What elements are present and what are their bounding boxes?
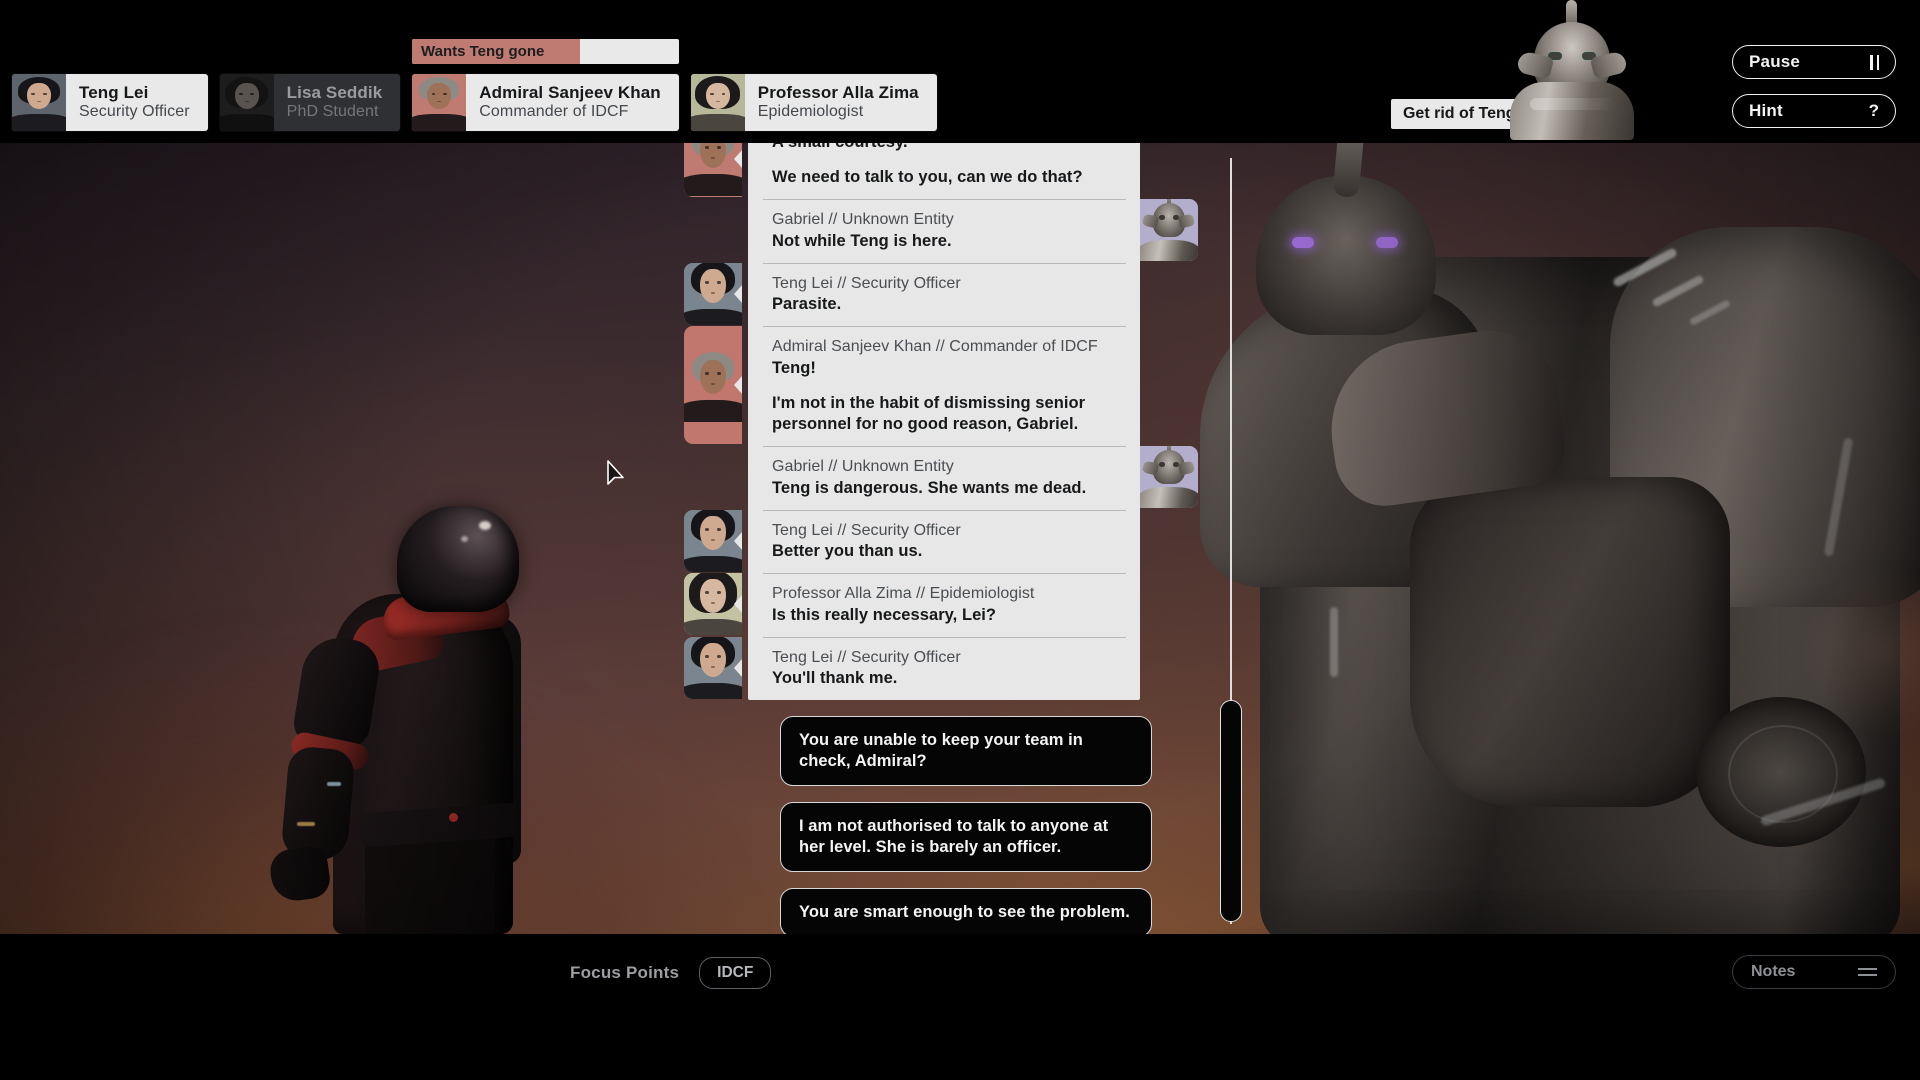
dialogue-speaker: Teng Lei // Security Officer xyxy=(772,274,961,292)
dialogue-text: Teng! xyxy=(772,358,816,377)
character-card-lisa-seddik[interactable]: Lisa Seddik PhD Student xyxy=(219,74,401,131)
menu-icon xyxy=(1858,968,1877,976)
avatar-portrait-zima xyxy=(690,74,745,131)
character-info: Professor Alla Zima Epidemiologist xyxy=(744,74,937,131)
dialogue-text: Not while Teng is here. xyxy=(772,231,952,250)
avatar-portrait-teng xyxy=(12,74,66,131)
character-name: Lisa Seddik xyxy=(286,83,383,103)
dialogue-avatar-tab-teng[interactable] xyxy=(684,510,742,572)
status-badge: Wants Teng gone xyxy=(412,39,679,64)
character-info: Lisa Seddik PhD Student xyxy=(273,74,401,131)
question-mark-icon: ? xyxy=(1868,101,1879,120)
scrollbar-thumb[interactable] xyxy=(1220,700,1242,922)
dialogue-text: Is this really necessary, Lei? xyxy=(772,605,997,624)
dialogue-speaker: Professor Alla Zima // Epidemiologist xyxy=(772,585,1035,603)
bottom-bar: Focus Points IDCF Notes xyxy=(0,934,1920,1080)
dialogue-tab-notch xyxy=(734,375,742,395)
character-card-teng-lei[interactable]: Teng Lei Security Officer xyxy=(12,74,208,131)
dialogue-tab-notch xyxy=(734,658,742,678)
dialogue-text: Better you than us. xyxy=(772,542,923,561)
character-avatar xyxy=(12,74,66,131)
avatar-portrait-admiral xyxy=(412,74,467,131)
dialogue-text: Parasite. xyxy=(772,295,842,314)
character-avatar xyxy=(219,74,274,131)
character-role: Commander of IDCF xyxy=(479,103,629,121)
character-role: PhD Student xyxy=(286,103,379,121)
dialogue-tab-notch xyxy=(734,149,742,169)
avatar-portrait-lisa xyxy=(219,74,274,131)
status-badge-label: Wants Teng gone xyxy=(421,43,545,60)
dialogue-text: You'll thank me. xyxy=(772,669,898,688)
dialogue-line: Teng Lei // Security Officer You'll thank… xyxy=(748,636,1140,701)
character-card-professor-alla-zima[interactable]: Professor Alla Zima Epidemiologist xyxy=(690,74,937,131)
character-roster: Teng Lei Security Officer Lisa Seddik PhD S… xyxy=(12,74,937,131)
player-dialogue-choices: You are unable to keep your team in chec… xyxy=(780,716,1152,953)
character-role: Security Officer xyxy=(79,103,190,121)
dialogue-speaker: Admiral Sanjeev Khan // Commander of IDC… xyxy=(772,338,1098,356)
notes-button[interactable]: Notes xyxy=(1732,955,1896,989)
dialogue-line: Gabriel // Unknown Entity Teng is dangero… xyxy=(748,446,1140,510)
character-name: Admiral Sanjeev Khan xyxy=(479,83,661,103)
dialogue-choice-label: You are unable to keep your team in chec… xyxy=(799,731,1083,770)
character-info: Teng Lei Security Officer xyxy=(66,74,208,131)
character-card-admiral-sanjeev-khan[interactable]: Admiral Sanjeev Khan Commander of IDCF xyxy=(412,74,679,131)
top-bar: Teng Lei Security Officer Lisa Seddik PhD S… xyxy=(0,0,1920,143)
focus-point-chip[interactable]: IDCF xyxy=(699,957,772,989)
character-avatar xyxy=(690,74,745,131)
character-role: Epidemiologist xyxy=(757,103,864,121)
dialogue-avatar-tab-gabriel[interactable] xyxy=(1140,199,1198,261)
dialogue-avatar-tab-teng[interactable] xyxy=(684,637,742,699)
dialogue-scrollbar[interactable] xyxy=(1220,158,1242,924)
focus-points-label: Focus Points xyxy=(570,963,680,982)
pause-icon xyxy=(1870,54,1879,70)
dialogue-choice-label: You are smart enough to see the problem. xyxy=(799,902,1130,921)
dialogue-speaker: Gabriel // Unknown Entity xyxy=(772,211,954,229)
dialogue-line: Gabriel // Unknown Entity Not while Teng … xyxy=(748,199,1140,263)
notes-button-label: Notes xyxy=(1751,963,1796,980)
dialogue-transcript-panel[interactable]: A small courtesy.We need to talk to you,… xyxy=(748,121,1140,701)
dialogue-text: We need to talk to you, can we do that? xyxy=(772,168,1083,187)
dialogue-line: Professor Alla Zima // Epidemiologist Is … xyxy=(748,573,1140,637)
dialogue-text: I'm not in the habit of dismissing senio… xyxy=(772,393,1086,434)
focus-points-chips: IDCF xyxy=(699,957,772,989)
pause-button[interactable]: Pause xyxy=(1732,45,1896,79)
dialogue-line: Admiral Sanjeev Khan // Commander of IDC… xyxy=(748,326,1140,446)
dialogue-choice-label: I am not authorised to talk to anyone at… xyxy=(799,816,1109,856)
character-name: Professor Alla Zima xyxy=(757,83,919,103)
character-info: Admiral Sanjeev Khan Commander of IDCF xyxy=(466,74,679,131)
focus-points-group: Focus Points IDCF xyxy=(570,957,772,989)
dialogue-choice-button[interactable]: You are unable to keep your team in chec… xyxy=(780,716,1152,786)
dialogue-speaker: Gabriel // Unknown Entity xyxy=(772,458,954,476)
dialogue-tab-notch xyxy=(734,531,742,551)
character-avatar xyxy=(412,74,467,131)
dialogue-tab-notch xyxy=(734,284,742,304)
avatar-portrait-gabriel xyxy=(1140,446,1198,508)
dialogue-line: Teng Lei // Security Officer Parasite. xyxy=(748,262,1140,327)
dialogue-avatar-tab-gabriel[interactable] xyxy=(1140,446,1198,508)
game-screen: Teng Lei Security Officer Lisa Seddik PhD S… xyxy=(0,0,1920,1080)
dialogue-speaker: Teng Lei // Security Officer xyxy=(772,648,961,666)
dialogue-avatar-tab-zima[interactable] xyxy=(684,573,742,635)
dialogue-line: Teng Lei // Security Officer Better you t… xyxy=(748,509,1140,574)
avatar-portrait-gabriel xyxy=(1140,199,1198,261)
dialogue-avatar-tab-teng[interactable] xyxy=(684,263,742,325)
dialogue-speaker: Teng Lei // Security Officer xyxy=(772,521,961,539)
character-name: Teng Lei xyxy=(79,83,149,103)
hint-button[interactable]: Hint ? xyxy=(1732,94,1896,128)
dialogue-choice-button[interactable]: I am not authorised to talk to anyone at… xyxy=(780,801,1152,872)
dialogue-tab-notch xyxy=(734,594,742,614)
pause-button-label: Pause xyxy=(1749,52,1801,71)
dialogue-avatar-tab-admiral[interactable] xyxy=(684,326,742,444)
hint-button-label: Hint xyxy=(1749,101,1783,120)
alien-head-icon xyxy=(1500,0,1640,140)
dialogue-choice-button[interactable]: You are smart enough to see the problem. xyxy=(780,887,1152,937)
dialogue-text: Teng is dangerous. She wants me dead. xyxy=(772,478,1087,497)
